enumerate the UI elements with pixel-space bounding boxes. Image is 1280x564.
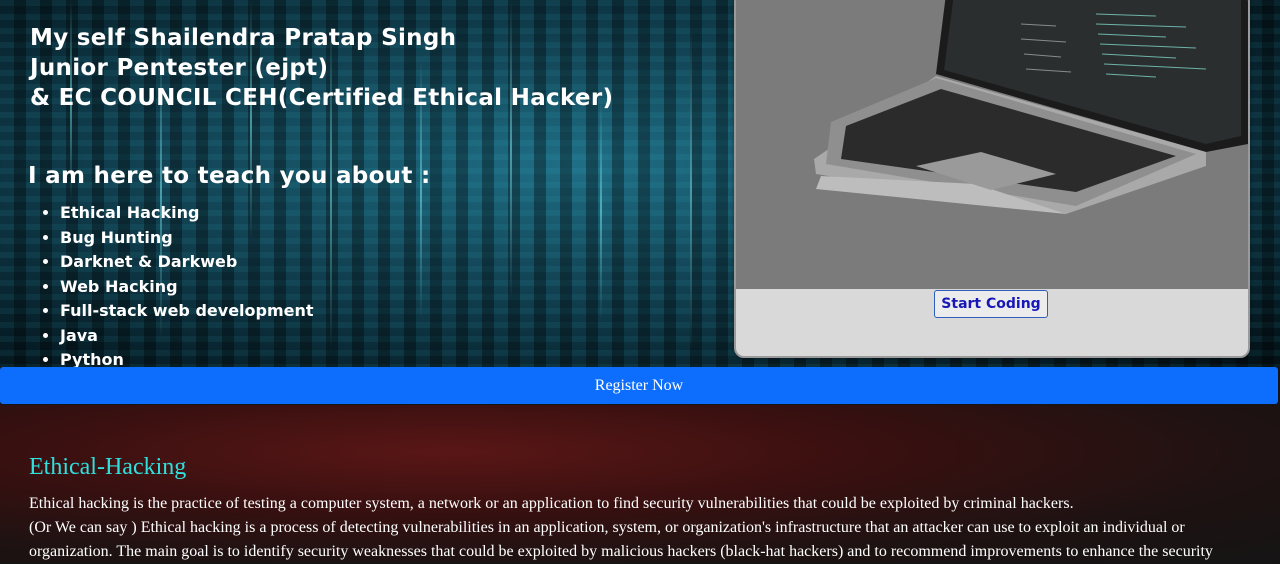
ethical-hacking-section: Ethical-Hacking Ethical hacking is the p… bbox=[0, 405, 1280, 562]
matrix-rain-column bbox=[690, 30, 692, 350]
register-now-button[interactable]: Register Now bbox=[0, 367, 1278, 404]
intro-heading: My self Shailendra Pratap Singh Junior P… bbox=[30, 23, 613, 113]
topics-list: Ethical Hacking Bug Hunting Darknet & Da… bbox=[28, 201, 314, 367]
intro-ceh-line: & EC COUNCIL CEH(Certified Ethical Hacke… bbox=[30, 85, 614, 111]
section-paragraph-2: (Or We can say ) Ethical hacking is a pr… bbox=[29, 519, 1213, 560]
list-item: Java bbox=[60, 324, 314, 349]
coding-card: Start Coding bbox=[734, 0, 1250, 358]
list-item: Darknet & Darkweb bbox=[60, 250, 314, 275]
list-item: Full-stack web development bbox=[60, 299, 314, 324]
teach-title: I am here to teach you about : bbox=[28, 163, 431, 189]
list-item: Bug Hunting bbox=[60, 226, 314, 251]
hero-section: My self Shailendra Pratap Singh Junior P… bbox=[0, 0, 1280, 367]
list-item: Web Hacking bbox=[60, 275, 314, 300]
list-item: Python bbox=[60, 348, 314, 367]
list-item: Ethical Hacking bbox=[60, 201, 314, 226]
matrix-rain-column bbox=[600, 100, 602, 320]
section-title: Ethical-Hacking bbox=[29, 454, 187, 480]
start-coding-button[interactable]: Start Coding bbox=[934, 290, 1048, 318]
intro-name-line: My self Shailendra Pratap Singh bbox=[30, 25, 457, 51]
laptop-image bbox=[736, 0, 1248, 289]
laptop-illustration bbox=[736, 0, 1248, 289]
intro-cert-line: Junior Pentester (ejpt) bbox=[30, 55, 329, 81]
section-paragraph-1: Ethical hacking is the practice of testi… bbox=[29, 495, 1074, 512]
